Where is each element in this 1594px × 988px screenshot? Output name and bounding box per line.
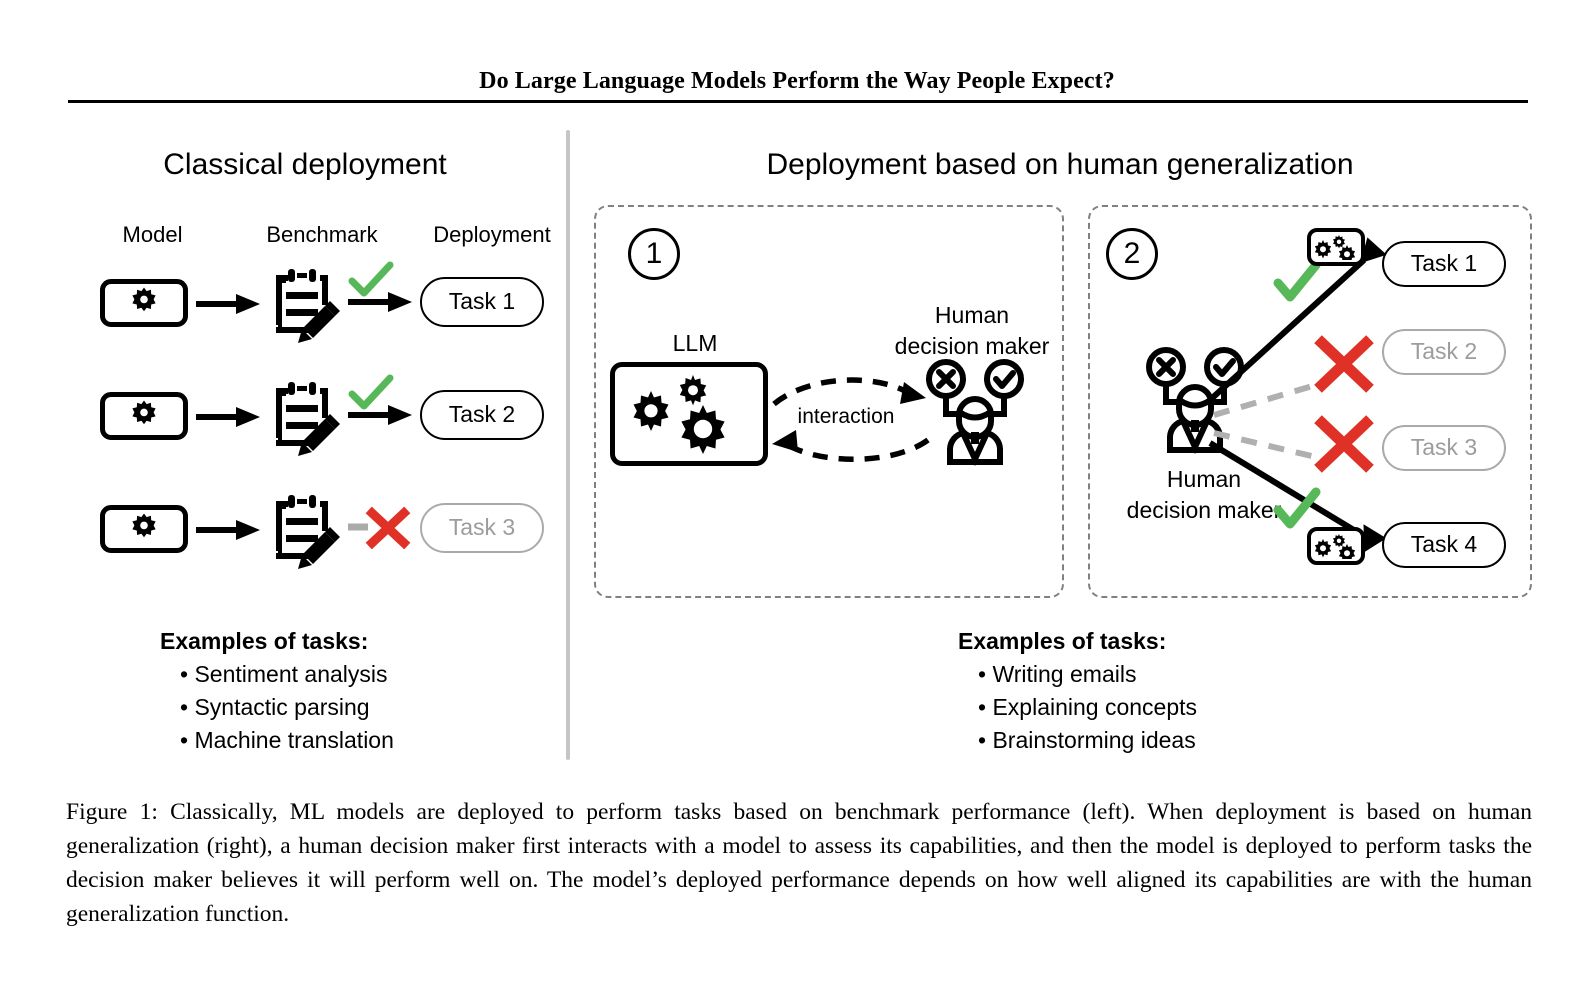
llm-label: LLM [672, 330, 718, 356]
figure-caption: Figure 1: Classically, ML models are dep… [66, 799, 1532, 927]
llm-box [610, 362, 768, 466]
task-pill[interactable]: Task 2 [1382, 329, 1506, 375]
gear-icon [132, 287, 156, 312]
column-label-deployment: Deployment [433, 222, 551, 247]
task-pill[interactable]: Task 3 [420, 503, 544, 553]
clipboard-pencil-icon [276, 382, 340, 456]
gear-icon [132, 400, 156, 425]
examples-list: Sentiment analysis Syntactic parsing Mac… [160, 658, 560, 757]
examples-title: Examples of tasks: [160, 628, 369, 654]
task-pill[interactable]: Task 3 [1382, 425, 1506, 471]
examples-right: Examples of tasks: Writing emails Explai… [958, 628, 1358, 757]
task-pill[interactable]: Task 2 [420, 390, 544, 440]
gears-icon [1314, 534, 1356, 559]
list-item: Writing emails [978, 658, 1358, 691]
list-item: Explaining concepts [978, 691, 1358, 724]
model-box [100, 392, 188, 440]
interaction-label: interaction [797, 405, 895, 428]
column-label-benchmark: Benchmark [266, 222, 378, 247]
column-label-model: Model [122, 222, 183, 247]
examples-title: Examples of tasks: [958, 628, 1167, 654]
list-item: Machine translation [180, 724, 560, 757]
clipboard-pencil-icon [276, 495, 340, 569]
page-title: Do Large Language Models Perform the Way… [479, 68, 1115, 94]
header-rule [68, 100, 1528, 103]
list-item: Brainstorming ideas [978, 724, 1358, 757]
cross-icon [348, 506, 411, 549]
mini-llm-box [1307, 228, 1365, 266]
human-decision-maker-label-1: Human decision maker [872, 300, 1072, 362]
mini-llm-box [1307, 527, 1365, 565]
gears-icon [1314, 235, 1356, 260]
task-pill[interactable]: Task 1 [1382, 241, 1506, 287]
examples-left: Examples of tasks: Sentiment analysis Sy… [160, 628, 560, 757]
hdm-label-line2: decision maker [894, 333, 1050, 359]
gear-icon [132, 513, 156, 538]
arrow-right-icon [196, 294, 260, 314]
arrow-right-icon [196, 407, 260, 427]
pipeline-row: Task 2 [100, 374, 560, 456]
gears-icon [633, 375, 725, 454]
task-pill[interactable]: Task 4 [1382, 522, 1506, 568]
list-item: Sentiment analysis [180, 658, 560, 691]
arrow-right-icon [348, 405, 412, 425]
task-pill[interactable]: Task 1 [420, 277, 544, 327]
model-box [100, 279, 188, 327]
clipboard-pencil-icon [276, 269, 340, 343]
step-badge-1: 1 [628, 228, 680, 280]
arrow-right-icon [196, 520, 260, 540]
list-item: Syntactic parsing [180, 691, 560, 724]
right-panel-heading: Deployment based on human generalization [766, 148, 1354, 181]
model-box [100, 505, 188, 553]
examples-list: Writing emails Explaining concepts Brain… [958, 658, 1358, 757]
person-decision-maker-icon [926, 359, 1024, 467]
pipeline-row: Task 3 [100, 495, 560, 569]
pipeline-row: Task 1 [100, 261, 560, 343]
left-panel-heading: Classical deployment [163, 148, 447, 181]
hdm-label-line1: Human [934, 302, 1010, 328]
arrow-right-icon [348, 292, 412, 312]
